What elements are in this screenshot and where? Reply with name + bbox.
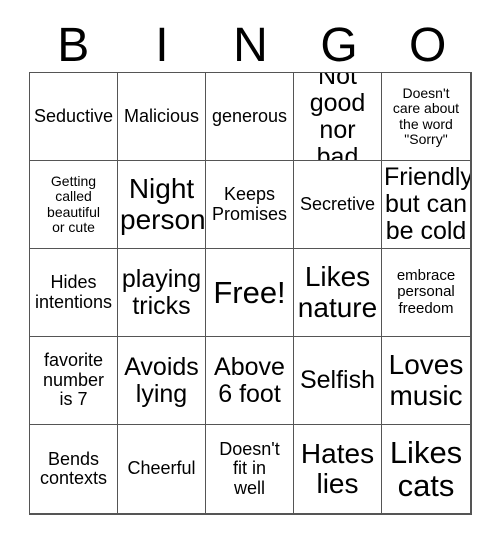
bingo-cell-label: Likes nature: [297, 261, 378, 323]
bingo-cell[interactable]: Avoids lying: [118, 337, 206, 425]
bingo-cell-label: Hates lies: [300, 437, 375, 499]
bingo-cell[interactable]: Malicious: [118, 73, 206, 161]
bingo-header-letter-o: O: [409, 19, 447, 72]
bingo-cell[interactable]: Loves music: [382, 337, 470, 425]
bingo-cell[interactable]: Cheerful: [118, 425, 206, 513]
bingo-cell-label: Cheerful: [127, 458, 196, 479]
bingo-cell-label: Malicious: [123, 105, 200, 126]
bingo-cell-free-space[interactable]: Free!: [206, 249, 294, 337]
bingo-cell[interactable]: Night person: [118, 161, 206, 249]
bingo-header-letter-g: G: [320, 19, 358, 72]
bingo-cell-label: Seductive: [33, 105, 114, 126]
bingo-cell[interactable]: Doesn't fit in well: [206, 425, 294, 513]
bingo-cell[interactable]: favorite number is 7: [30, 337, 118, 425]
bingo-cell-label: Avoids lying: [124, 352, 199, 408]
bingo-cell[interactable]: Keeps Promises: [206, 161, 294, 249]
bingo-cell-label: embrace personal freedom: [396, 267, 456, 317]
bingo-grid: Seductive Malicious generous Not good nor b…: [29, 72, 472, 515]
bingo-header-letter-b: B: [57, 19, 90, 72]
bingo-cell-label: Loves music: [388, 349, 464, 411]
bingo-header-letter-i: I: [155, 19, 169, 72]
bingo-cell-label: Not good nor bad: [309, 73, 366, 161]
bingo-cell[interactable]: Doesn't care about the word "Sorry": [382, 73, 470, 161]
bingo-cell-label: favorite number is 7: [42, 350, 105, 410]
bingo-cell[interactable]: embrace personal freedom: [382, 249, 470, 337]
bingo-cell-label: Keeps Promises: [211, 184, 287, 224]
bingo-cell-label: Selfish: [299, 366, 376, 394]
bingo-cell-label: Night person: [120, 173, 206, 235]
bingo-cell[interactable]: generous: [206, 73, 294, 161]
bingo-cell-label: playing tricks: [121, 264, 202, 320]
bingo-cell[interactable]: playing tricks: [118, 249, 206, 337]
bingo-cell[interactable]: Not good nor bad: [294, 73, 382, 161]
bingo-header-row: B I N G O: [29, 8, 472, 70]
bingo-cell[interactable]: Hates lies: [294, 425, 382, 513]
bingo-cell-label: Friendly but can be cold: [384, 163, 470, 245]
bingo-cell-label: Getting called beautiful or cute: [47, 173, 100, 235]
bingo-cell-label: Free!: [213, 274, 286, 310]
bingo-cell[interactable]: Friendly but can be cold: [382, 161, 470, 249]
bingo-cell[interactable]: Getting called beautiful or cute: [30, 161, 118, 249]
bingo-header-letter-n: N: [233, 19, 268, 72]
bingo-cell-label: generous: [211, 105, 288, 126]
bingo-cell[interactable]: Hides intentions: [30, 249, 118, 337]
bingo-cell[interactable]: Bends contexts: [30, 425, 118, 513]
bingo-cell-label: Likes cats: [389, 434, 463, 503]
bingo-cell-label: Secretive: [299, 193, 376, 214]
bingo-cell-label: Hides intentions: [34, 272, 113, 312]
bingo-cell[interactable]: Selfish: [294, 337, 382, 425]
bingo-cell[interactable]: Secretive: [294, 161, 382, 249]
bingo-cell[interactable]: Seductive: [30, 73, 118, 161]
bingo-card: B I N G O Seductive Malicious generous Not …: [0, 0, 500, 544]
bingo-cell-label: Above 6 foot: [214, 352, 285, 408]
bingo-cell-label: Doesn't care about the word "Sorry": [392, 85, 460, 147]
bingo-cell[interactable]: Likes nature: [294, 249, 382, 337]
bingo-cell-label: Doesn't fit in well: [219, 438, 280, 498]
bingo-cell[interactable]: Likes cats: [382, 425, 470, 513]
bingo-cell[interactable]: Above 6 foot: [206, 337, 294, 425]
bingo-cell-label: Bends contexts: [39, 448, 108, 488]
